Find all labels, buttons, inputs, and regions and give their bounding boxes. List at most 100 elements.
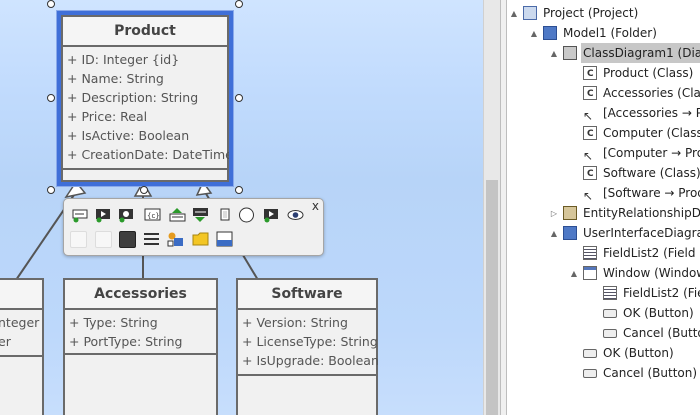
tree-node-cancel[interactable]: Cancel (Button)	[583, 363, 699, 383]
tree-node-window-cancel[interactable]: Cancel (Button)	[603, 323, 700, 343]
class-software[interactable]: Software + Version: String + LicenseType…	[236, 278, 379, 415]
attribute[interactable]: + Description: String	[67, 88, 221, 107]
scrollbar-thumb[interactable]	[486, 180, 498, 415]
tree-node-window[interactable]: ▲ Window (Window)	[569, 263, 700, 283]
add-shape-icon[interactable]	[217, 207, 234, 223]
class-accessories-attributes: + Type: String + PortType: String	[65, 310, 216, 355]
format-icon[interactable]	[167, 231, 184, 247]
collapse-icon[interactable]: ▲	[549, 44, 559, 64]
class-software-attributes: + Version: String + LicenseType: String …	[238, 310, 379, 376]
resize-handle-left[interactable]	[47, 94, 55, 102]
button-icon	[583, 349, 597, 358]
tree-node-ok[interactable]: OK (Button)	[583, 343, 676, 363]
folder-icon[interactable]	[192, 231, 209, 247]
class-accessories-title: Accessories	[65, 280, 216, 310]
svg-text:{c}: {c}	[147, 212, 160, 220]
class-icon	[583, 64, 597, 84]
class-accessories[interactable]: Accessories + Type: String + PortType: S…	[63, 278, 218, 415]
tree-node-label: Project (Project)	[543, 6, 639, 20]
add-tag-icon[interactable]: {c}	[144, 207, 161, 223]
tree-node-fieldlist2[interactable]: FieldList2 (Field List)	[583, 243, 700, 263]
attribute[interactable]: + Version: String	[242, 313, 370, 332]
field-list-icon	[583, 246, 597, 260]
attribute[interactable]: + Price: Real	[67, 107, 221, 126]
panel-splitter[interactable]	[500, 0, 507, 415]
attribute[interactable]: + ID: Integer {id}	[67, 50, 221, 69]
tree-node-label: ClassDiagram1 (Diagram)	[581, 43, 700, 63]
class-product[interactable]: Product + ID: Integer {id} + Name: Strin…	[57, 11, 233, 186]
visibility-icon[interactable]	[287, 207, 304, 223]
add-operation-icon[interactable]	[95, 207, 112, 223]
class-partial-attributes: nteger er	[0, 310, 42, 357]
resize-handle-right[interactable]	[235, 94, 243, 102]
tree-node-window-ok[interactable]: OK (Button)	[603, 303, 696, 323]
class-icon	[583, 124, 597, 144]
ui-diagram-icon	[563, 226, 577, 240]
close-icon[interactable]: x	[312, 199, 319, 213]
add-field-icon[interactable]	[72, 207, 89, 223]
tree-node-label: Software (Class)	[603, 166, 700, 180]
resize-handle-bottom[interactable]	[140, 186, 148, 194]
attribute[interactable]: + CreationDate: DateTime	[67, 145, 233, 164]
tree-node-model1[interactable]: ▲ Model1 (Folder)	[529, 23, 659, 43]
attribute[interactable]: + IsActive: Boolean	[67, 126, 221, 145]
tree-node-computer[interactable]: Computer (Class)	[583, 123, 700, 144]
attribute[interactable]: + IsUpgrade: Boolean	[242, 351, 379, 370]
line-style-icon[interactable]	[143, 231, 160, 247]
class-product-operations	[63, 170, 227, 184]
add-list-icon[interactable]	[192, 207, 209, 223]
project-icon	[523, 6, 537, 20]
attribute[interactable]: er	[0, 332, 36, 351]
class-product-attributes: + ID: Integer {id} + Name: String + Desc…	[63, 47, 233, 170]
project-tree: ▲ Project (Project) ▲ Model1 (Folder) ▲ Cla…	[507, 0, 700, 415]
tree-node-label: Window (Window)	[603, 266, 700, 280]
add-flag-icon[interactable]	[263, 207, 280, 223]
class-icon	[583, 84, 597, 104]
collapse-icon[interactable]: ▲	[569, 264, 579, 284]
attribute[interactable]: nteger	[0, 313, 39, 332]
diagram-canvas[interactable]: Product + ID: Integer {id} + Name: Strin…	[0, 0, 483, 415]
resize-handle-bottom-right[interactable]	[235, 186, 243, 194]
collapse-icon[interactable]: ▲	[529, 24, 539, 44]
button-icon	[583, 369, 597, 378]
tree-node-computer-association[interactable]: ↖ [Computer → Product]	[583, 143, 700, 163]
resize-handle-bottom-left[interactable]	[47, 186, 55, 194]
tree-node-software[interactable]: Software (Class)	[583, 163, 700, 184]
add-stack-icon[interactable]	[169, 207, 186, 223]
tree-node-er-diagram[interactable]: ▷ EntityRelationshipDiagram1	[549, 203, 700, 223]
collapse-icon[interactable]: ▲	[549, 224, 559, 244]
tree-node-classdiagram1[interactable]: ▲ ClassDiagram1 (Diagram)	[549, 43, 700, 63]
color-dark-icon[interactable]	[119, 231, 136, 248]
tree-node-accessories[interactable]: Accessories (Class)	[583, 83, 700, 104]
association-icon: ↖	[583, 189, 594, 203]
tree-node-window-fieldlist2[interactable]: FieldList2 (Field List)	[603, 283, 700, 303]
attribute[interactable]: + Name: String	[67, 69, 221, 88]
tree-node-accessories-association[interactable]: ↖ [Accessories → Product]	[583, 103, 700, 123]
color-light-icon[interactable]	[95, 231, 112, 248]
tree-node-project[interactable]: ▲ Project (Project)	[509, 3, 640, 23]
attribute[interactable]: + PortType: String	[69, 332, 210, 351]
layout-icon[interactable]	[216, 231, 233, 247]
tree-node-label: Model1 (Folder)	[563, 26, 657, 40]
tree-node-label: FieldList2 (Field List)	[603, 246, 700, 260]
tree-node-ui-diagram[interactable]: ▲ UserInterfaceDiagram1	[549, 223, 700, 243]
tree-node-product[interactable]: Product (Class)	[583, 63, 695, 84]
tree-node-software-association[interactable]: ↖ [Software → Product]	[583, 183, 700, 203]
resize-handle-top-left[interactable]	[47, 0, 55, 8]
resize-handle-top-right[interactable]	[235, 0, 243, 8]
tree-node-label: OK (Button)	[623, 306, 694, 320]
collapse-icon[interactable]: ▲	[509, 4, 519, 24]
tree-node-label: Cancel (Button)	[623, 326, 700, 340]
expand-icon[interactable]: ▷	[549, 204, 559, 224]
button-icon	[603, 329, 617, 338]
attribute[interactable]: + Type: String	[69, 313, 210, 332]
class-partial[interactable]: nteger er	[0, 278, 44, 415]
attribute[interactable]: + LicenseType: String	[242, 332, 378, 351]
tree-node-label: EntityRelationshipDiagram1	[583, 206, 700, 220]
tree-node-label: FieldList2 (Field List)	[623, 286, 700, 300]
canvas-vertical-scrollbar[interactable]	[483, 0, 500, 415]
add-circle-icon[interactable]	[238, 207, 255, 223]
add-event-icon[interactable]	[118, 207, 135, 223]
tree-node-label: [Computer → Product]	[603, 146, 700, 160]
color-white-icon[interactable]	[70, 231, 87, 248]
